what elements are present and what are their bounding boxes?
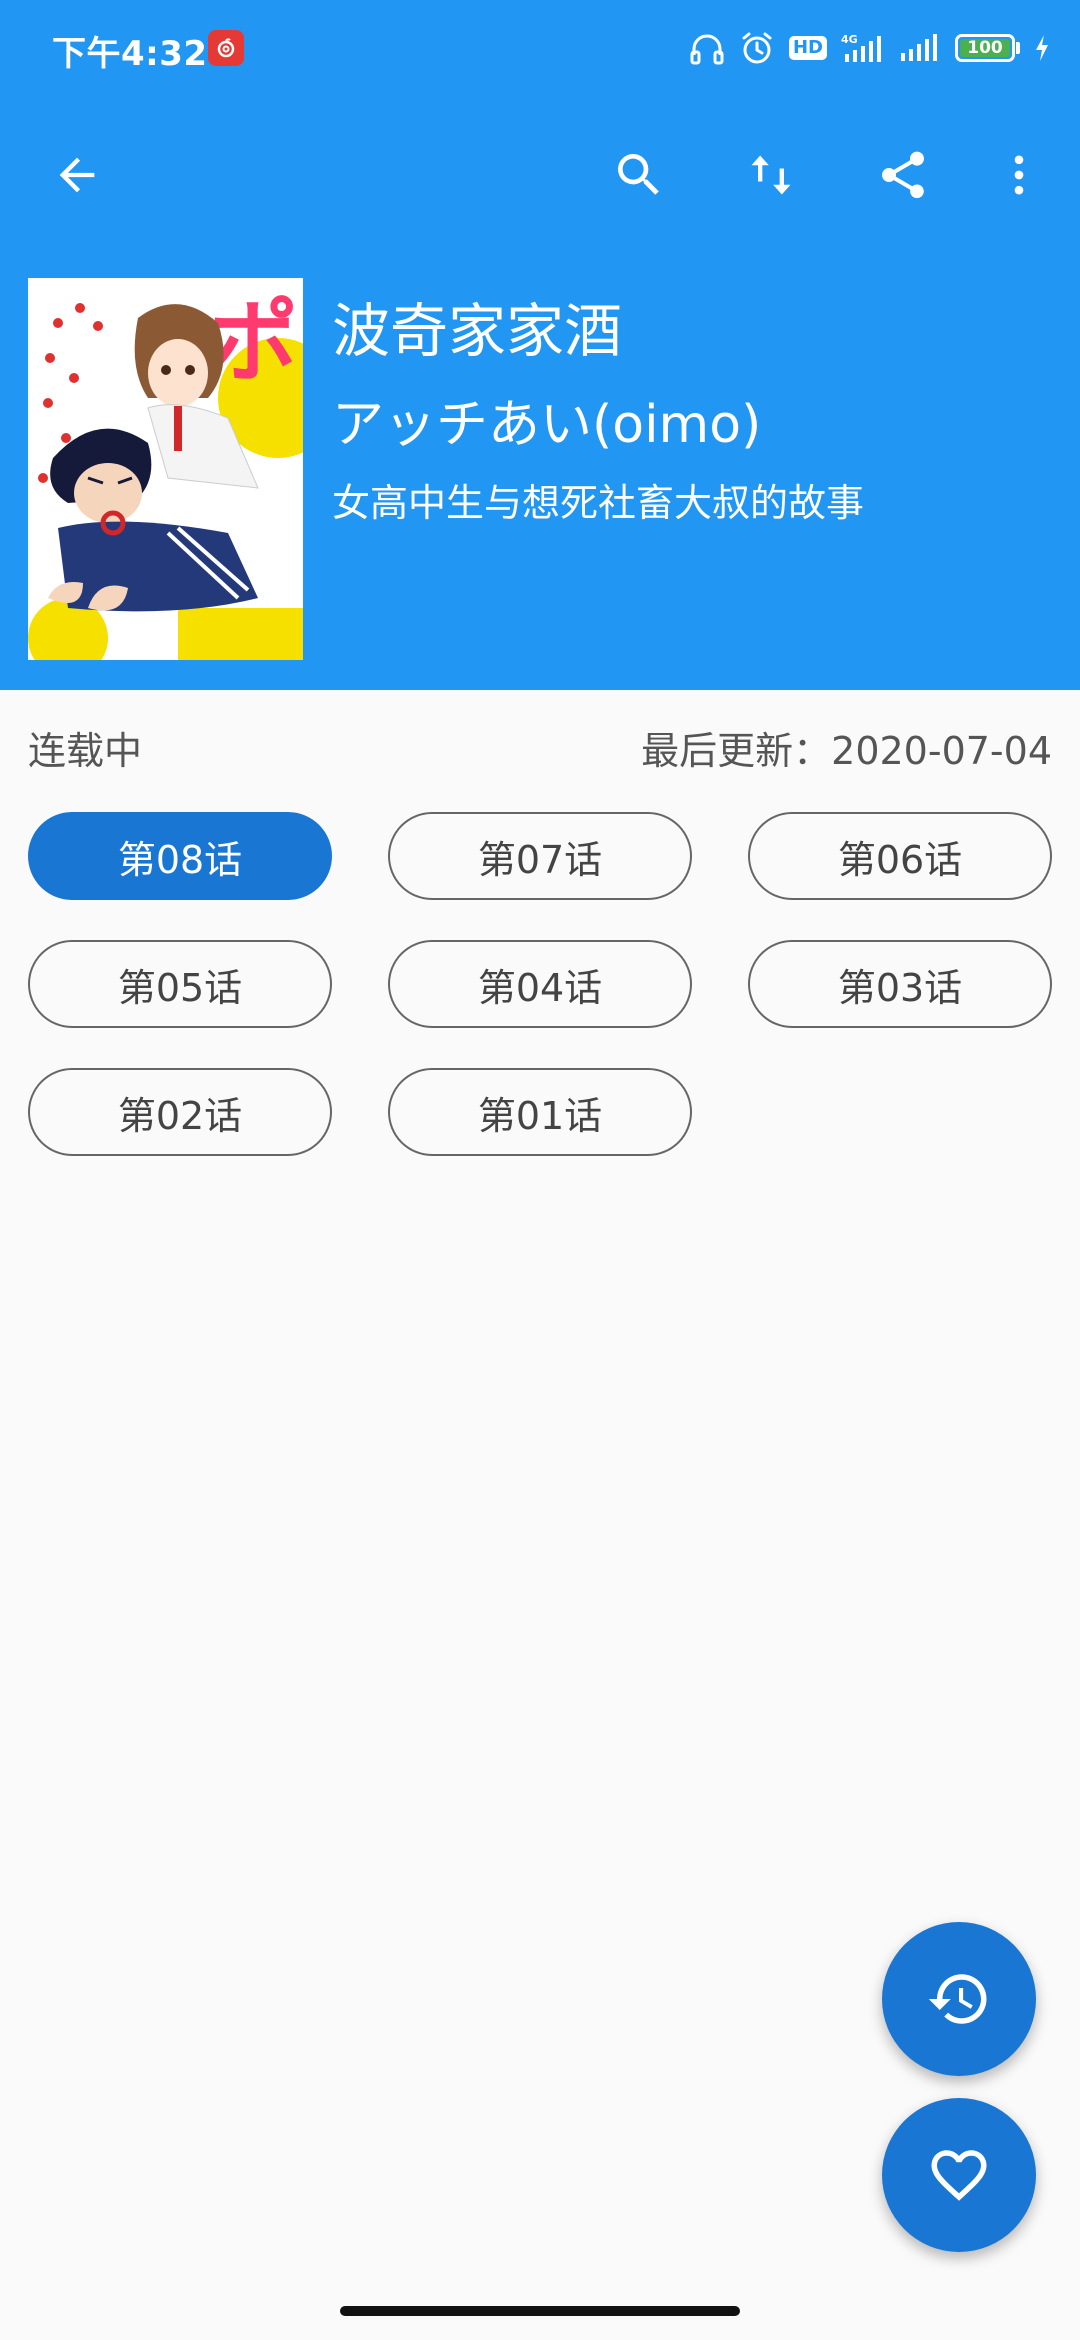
- status-icons: HD 4G 100: [689, 28, 1050, 68]
- headphones-icon: [689, 31, 725, 65]
- comic-description: 女高中生与想死社畜大叔的故事: [332, 481, 865, 525]
- favorite-heart-icon: [931, 2150, 987, 2201]
- chapter-button-02[interactable]: 第02话: [28, 1068, 332, 1156]
- hd-badge: HD: [788, 36, 827, 60]
- favorite-fab[interactable]: [882, 2098, 1036, 2252]
- sort-button[interactable]: [736, 140, 806, 210]
- signal-4g-icon: 4G: [841, 32, 885, 64]
- more-options-button[interactable]: [984, 140, 1054, 210]
- chapter-button-06[interactable]: 第06话: [748, 812, 1052, 900]
- chapter-button-03[interactable]: 第03话: [748, 940, 1052, 1028]
- status-time: 下午4:32: [52, 34, 208, 74]
- history-fab[interactable]: [882, 1922, 1036, 2076]
- share-button[interactable]: [868, 140, 938, 210]
- header: 下午4:32 HD 4G 100 ポ 波奇家家酒 アッチあい(oimo) 女高中…: [0, 0, 1080, 690]
- serial-status: 连载中: [28, 729, 143, 773]
- chapter-button-08[interactable]: 第08话: [28, 812, 332, 900]
- back-button[interactable]: [42, 140, 112, 210]
- search-button[interactable]: [604, 140, 674, 210]
- cover-image[interactable]: ポ: [28, 278, 303, 660]
- netease-music-icon: [208, 30, 244, 66]
- share-icon: [882, 151, 924, 199]
- last-update: 最后更新：2020-07-04: [641, 729, 1052, 773]
- svg-text:4G: 4G: [841, 33, 858, 46]
- more-vert-icon: [1014, 155, 1024, 195]
- chapter-button-07[interactable]: 第07话: [388, 812, 692, 900]
- comic-author[interactable]: アッチあい(oimo): [332, 382, 761, 457]
- status-bar: 下午4:32 HD 4G 100: [0, 0, 1080, 96]
- battery-level: 100: [967, 38, 1003, 58]
- home-indicator[interactable]: [340, 2306, 740, 2316]
- signal-icon: [899, 33, 941, 63]
- chapter-button-05[interactable]: 第05话: [28, 940, 332, 1028]
- charging-icon: [1034, 34, 1050, 62]
- sort-icon: [751, 155, 791, 195]
- comic-title: 波奇家家酒: [332, 297, 623, 365]
- toolbar: [0, 120, 1080, 230]
- info-row: 连载中 最后更新：2020-07-04: [28, 720, 1052, 773]
- chapter-button-04[interactable]: 第04话: [388, 940, 692, 1028]
- history-icon: [928, 1974, 987, 2024]
- chapter-button-01[interactable]: 第01话: [388, 1068, 692, 1156]
- battery-indicator: 100: [955, 34, 1020, 62]
- alarm-icon: [739, 30, 775, 66]
- back-arrow-icon: [59, 157, 95, 193]
- search-icon: [618, 154, 659, 195]
- comic-detail-screen: 下午4:32 HD 4G 100 ポ 波奇家家酒 アッチあい(oimo) 女高中…: [0, 0, 1080, 2340]
